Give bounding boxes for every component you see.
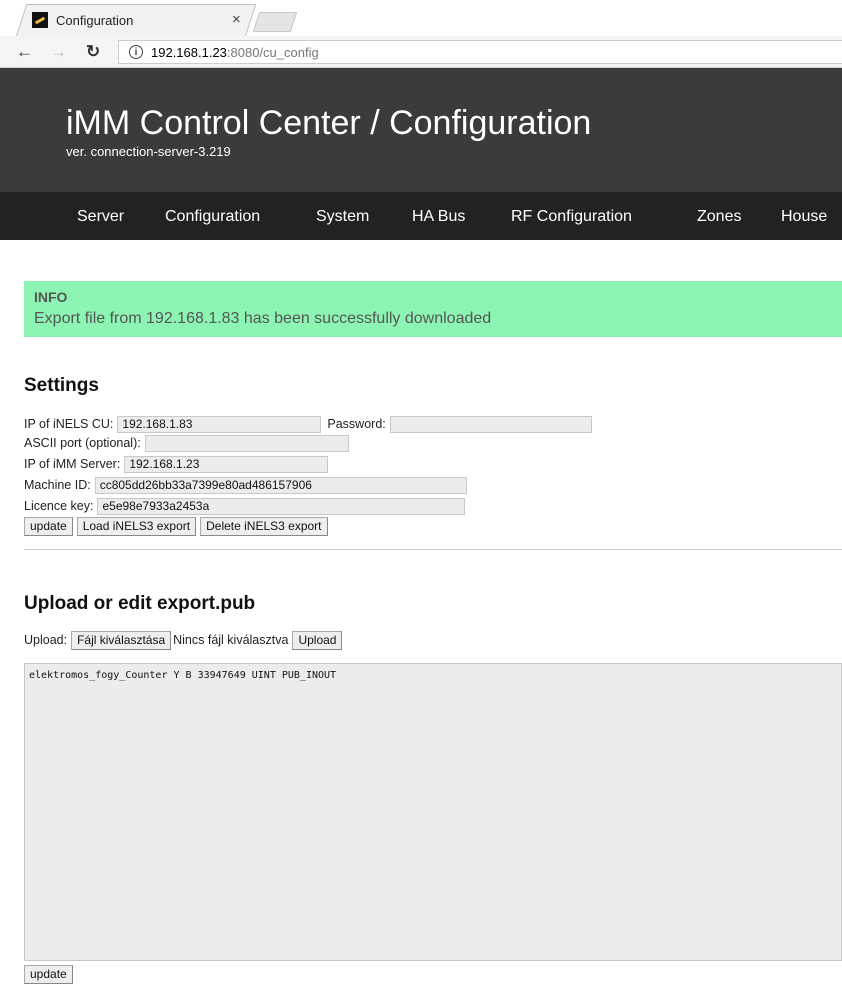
- nav-ha-bus[interactable]: HA Bus: [412, 208, 465, 226]
- machine-row: Machine ID: cc805dd26bb33a7399e80ad48615…: [24, 476, 467, 494]
- upload-row: Upload: Fájl kiválasztása Nincs fájl kiv…: [24, 630, 346, 650]
- upload-button[interactable]: Upload: [292, 630, 343, 650]
- nav-server[interactable]: Server: [77, 208, 124, 226]
- licence-row: Licence key: e5e98e7933a2453a: [24, 497, 466, 515]
- nav-rf-configuration[interactable]: RF Configuration: [511, 208, 632, 226]
- browser-toolbar: ← → ↻ i 192.168.1.23:8080/cu_config: [0, 36, 842, 68]
- ascii-port-input[interactable]: [144, 434, 349, 452]
- no-file-text: Nincs fájl kiválasztva: [173, 633, 289, 647]
- divider: [24, 549, 842, 550]
- delete-export-button[interactable]: Delete iNELS3 export: [200, 516, 328, 536]
- browser-tab-content[interactable]: Configuration ×: [20, 6, 241, 34]
- back-arrow-icon[interactable]: ←: [16, 42, 33, 62]
- server-label: IP of iMM Server:: [24, 457, 121, 471]
- server-ip-input[interactable]: 192.168.1.23: [124, 455, 329, 473]
- info-title: INFO: [34, 289, 68, 305]
- update-settings-button[interactable]: update: [24, 516, 73, 536]
- upload-actions: update: [24, 964, 77, 984]
- settings-heading: Settings: [24, 375, 99, 396]
- machine-id-input[interactable]: cc805dd26bb33a7399e80ad486157906: [94, 476, 467, 494]
- upload-heading: Upload or edit export.pub: [24, 593, 256, 614]
- export-textarea[interactable]: elektromos_fogy_Counter Y B 33947649 UIN…: [24, 663, 842, 961]
- reload-icon[interactable]: ↻: [86, 42, 100, 62]
- page-header: iMM Control Center / Configuration ver. …: [0, 68, 842, 192]
- new-tab-button[interactable]: [252, 12, 298, 32]
- password-input[interactable]: [389, 415, 592, 433]
- url-path: :8080/cu_config: [226, 44, 319, 60]
- favicon-icon: [32, 12, 48, 28]
- forward-arrow-icon[interactable]: →: [50, 42, 67, 62]
- nav-system[interactable]: System: [316, 208, 369, 226]
- info-icon[interactable]: i: [129, 45, 143, 59]
- choose-file-button[interactable]: Fájl kiválasztása: [71, 630, 172, 650]
- nav-zones[interactable]: Zones: [697, 208, 741, 226]
- machine-label: Machine ID:: [24, 478, 91, 492]
- page-version: ver. connection-server-3.219: [66, 144, 231, 159]
- settings-actions: update Load iNELS3 export Delete iNELS3 …: [24, 516, 332, 536]
- nav-configuration[interactable]: Configuration: [165, 208, 260, 226]
- update-export-button[interactable]: update: [24, 964, 73, 984]
- main-nav: Server Configuration System HA Bus RF Co…: [0, 192, 842, 240]
- ascii-row: ASCII port (optional):: [24, 434, 349, 452]
- url-host: 192.168.1.23: [151, 44, 227, 60]
- ip-label: IP of iNELS CU:: [24, 417, 114, 431]
- upload-label: Upload:: [24, 633, 68, 647]
- tab-title: Configuration: [56, 12, 134, 28]
- licence-label: Licence key:: [24, 499, 94, 513]
- browser-tabstrip: Configuration ×: [0, 0, 842, 36]
- server-row: IP of iMM Server: 192.168.1.23: [24, 455, 329, 473]
- licence-key-input[interactable]: e5e98e7933a2453a: [97, 497, 466, 515]
- nav-house[interactable]: House: [781, 208, 827, 226]
- page-title: iMM Control Center / Configuration: [66, 104, 592, 142]
- load-export-button[interactable]: Load iNELS3 export: [76, 516, 197, 536]
- info-message: Export file from 192.168.1.83 has been s…: [34, 310, 492, 327]
- ip-row: IP of iNELS CU: 192.168.1.83 Password:: [24, 415, 592, 433]
- address-bar[interactable]: i 192.168.1.23:8080/cu_config: [118, 40, 842, 64]
- info-alert: INFO Export file from 192.168.1.83 has b…: [24, 281, 842, 337]
- ip-input[interactable]: 192.168.1.83: [117, 415, 322, 433]
- ascii-label: ASCII port (optional):: [24, 436, 141, 450]
- close-icon[interactable]: ×: [232, 11, 241, 28]
- password-label: Password:: [327, 417, 386, 431]
